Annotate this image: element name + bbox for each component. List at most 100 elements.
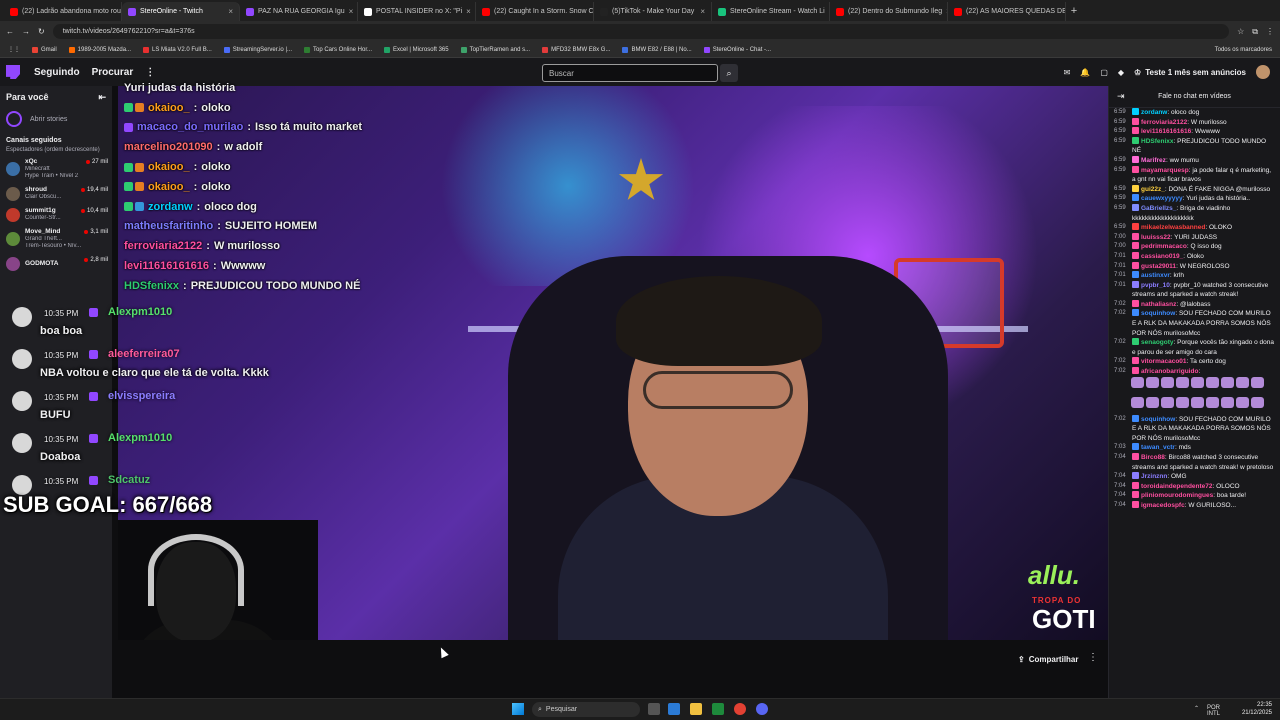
nav-following[interactable]: Seguindo: [34, 67, 80, 78]
apps-grid-icon[interactable]: ⋮⋮: [8, 46, 20, 53]
file-explorer-icon[interactable]: [690, 703, 702, 715]
open-stories[interactable]: Abrir stories: [0, 109, 112, 129]
sidebar-channel[interactable]: summit1g Counter-Str... 10,4 mil: [0, 204, 112, 225]
chat-username[interactable]: Jrzinznn: [1141, 473, 1167, 480]
browser-tab[interactable]: (22) Caught In a Storm. Snow C×: [476, 2, 594, 21]
chat-username[interactable]: GaBriellzs_: [1141, 205, 1176, 212]
chat-username[interactable]: africanobarriguido: [1141, 368, 1198, 375]
sort-order-label[interactable]: Espectadores (ordem decrescente): [0, 146, 112, 155]
sidebar-channel[interactable]: GODMOTA 2,8 mil: [0, 253, 112, 274]
chat-username[interactable]: ferroviaria2122: [1141, 119, 1187, 126]
chat-username[interactable]: levi11616161616: [1141, 128, 1191, 135]
close-tab-icon[interactable]: ×: [349, 7, 354, 16]
chat-username[interactable]: vitormacaco01: [1141, 358, 1187, 365]
bookmark-item[interactable]: LS Miata V2.0 Full B...: [143, 46, 212, 53]
chat-username[interactable]: nathaliasnz: [1141, 301, 1176, 308]
close-tab-icon[interactable]: ×: [228, 7, 233, 16]
extensions-icon[interactable]: ⧉: [1252, 27, 1258, 37]
system-tray[interactable]: ⌃ POR INTL: [1194, 705, 1220, 717]
bookmark-item[interactable]: 1989-2005 Mazda...: [68, 46, 131, 53]
twitch-logo-icon[interactable]: [6, 65, 20, 79]
chat-username[interactable]: gui22z_: [1141, 186, 1165, 193]
chat-username[interactable]: pvpbr_10: [1141, 282, 1170, 289]
search-input[interactable]: Buscar: [542, 64, 718, 82]
browser-tab[interactable]: (5)TikTok - Make Your Day ×: [594, 2, 712, 21]
lang-indicator[interactable]: POR INTL: [1207, 705, 1220, 717]
notifications-icon[interactable]: 🔔: [1080, 68, 1090, 77]
bookmark-star-icon[interactable]: ☆: [1237, 27, 1244, 36]
user-avatar[interactable]: [1256, 65, 1270, 79]
chrome-icon[interactable]: [734, 703, 746, 715]
bits-icon[interactable]: ◆: [1118, 68, 1124, 77]
bookmark-item[interactable]: StreamingServer.io |...: [223, 46, 292, 53]
browser-tab[interactable]: PAZ NA RUA GEORGIA Igu ×: [240, 2, 358, 21]
taskbar-search[interactable]: ⌕ Pesquisar: [532, 702, 640, 717]
sidebar-channel[interactable]: shroud Clair Obscu... 19,4 mil: [0, 183, 112, 204]
browser-tab[interactable]: StereOnline Stream - Watch Li×: [712, 2, 830, 21]
discord-icon[interactable]: [756, 703, 768, 715]
chat-username[interactable]: cassiano019_: [1141, 253, 1183, 260]
search-icon[interactable]: ⌕: [720, 64, 738, 82]
chat-username[interactable]: tawan_vctr: [1141, 444, 1175, 451]
browser-menu-icon[interactable]: ⋮: [1266, 27, 1274, 36]
chat-username[interactable]: mayamarquesp: [1141, 167, 1189, 174]
chat-username[interactable]: soquinhow: [1141, 416, 1175, 423]
tray-chevron-icon[interactable]: ⌃: [1194, 705, 1199, 717]
chat-username[interactable]: mikaelzelwasbanned: [1141, 224, 1205, 231]
ad-free-promo-label: Teste 1 mês sem anúncios: [1145, 67, 1246, 77]
collapse-chat-icon[interactable]: ⇥: [1117, 91, 1125, 102]
chat-username[interactable]: HDSfenixx: [1141, 138, 1174, 145]
browser-tab[interactable]: (22) Ladrão abandona moto rou×: [4, 2, 122, 21]
reload-icon[interactable]: ↻: [38, 27, 45, 36]
whispers-icon[interactable]: ▢: [1100, 68, 1108, 77]
bookmark-item[interactable]: BMW E82 / E88 | No...: [622, 46, 692, 53]
clock-date: 21/12/2025: [1241, 710, 1272, 716]
ad-free-promo[interactable]: ♔ Teste 1 mês sem anúncios: [1134, 68, 1246, 77]
collapse-sidebar-icon[interactable]: ⇤: [98, 92, 106, 103]
chat-username[interactable]: Birco88: [1141, 454, 1165, 461]
bookmark-item[interactable]: MFD32 BMW E8x G...: [542, 46, 610, 53]
more-options-icon[interactable]: ⋮: [1088, 652, 1098, 663]
back-icon[interactable]: ←: [6, 27, 14, 36]
bookmark-item[interactable]: Excel | Microsoft 365: [384, 46, 449, 53]
chat-username[interactable]: austinxvr: [1141, 272, 1170, 279]
browser-tab[interactable]: StereOnline - Twitch ×: [122, 2, 240, 21]
all-bookmarks[interactable]: Todos os marcadores: [1215, 47, 1280, 53]
chat-username[interactable]: toroidaindependente72: [1141, 483, 1213, 490]
chat-username[interactable]: gusta29011: [1141, 263, 1176, 270]
chat-username[interactable]: pliniomourodomingues: [1141, 492, 1213, 499]
taskbar-clock[interactable]: 22:35 21/12/2025: [1242, 701, 1272, 717]
browser-tab[interactable]: (22) Dentro do Submundo Ileg×: [830, 2, 948, 21]
chat-username[interactable]: cauewxyyyyy: [1141, 195, 1183, 202]
chat-username[interactable]: senaogoty: [1141, 339, 1174, 346]
new-tab-icon[interactable]: +: [1066, 5, 1082, 17]
task-view-icon[interactable]: [648, 703, 660, 715]
nav-browse[interactable]: Procurar: [92, 67, 134, 78]
chat-username[interactable]: zordanw: [1141, 109, 1167, 116]
chat-username[interactable]: Marifrez: [1141, 157, 1166, 164]
bookmark-item[interactable]: TopTierRamen and s...: [460, 46, 530, 53]
nav-more-icon[interactable]: ⋮: [145, 67, 155, 78]
bookmark-item[interactable]: StereOnline - Chat -...: [703, 46, 771, 53]
inbox-icon[interactable]: ✉: [1064, 68, 1071, 77]
chat-username[interactable]: pedrimmacaco: [1141, 243, 1187, 250]
share-button[interactable]: ⇪ Compartilhar: [1012, 651, 1085, 667]
close-tab-icon[interactable]: ×: [466, 7, 471, 16]
close-tab-icon[interactable]: ×: [700, 7, 705, 16]
browser-tab[interactable]: POSTAL INSIDER no X: "Pi ×: [358, 2, 476, 21]
channel-avatar: [6, 232, 20, 246]
chat-username[interactable]: luuisss22: [1141, 234, 1171, 241]
bookmark-item[interactable]: Top Cars Online Hor...: [304, 46, 372, 53]
browser-tab[interactable]: (22) AS MAIORES QUEDAS DE×: [948, 2, 1066, 21]
bookmark-item[interactable]: Gmail: [32, 46, 57, 53]
excel-icon[interactable]: [712, 703, 724, 715]
url-field[interactable]: twitch.tv/videos/2649762210?sr=a&t=376s: [52, 24, 1230, 39]
chat-username[interactable]: soquinhow: [1141, 310, 1175, 317]
sidebar-channel[interactable]: xQc Minecraft Hype Train • Nível 2 27 mil: [0, 155, 112, 183]
chat-username[interactable]: igmacedospfc: [1141, 502, 1185, 509]
windows-start-icon[interactable]: [512, 703, 524, 715]
overlay-chat-user: levi11616161616: [124, 260, 210, 273]
sidebar-channel[interactable]: Move_Mind Grand Theft... Trem-Tesouro • Ní…: [0, 225, 112, 253]
forward-icon[interactable]: →: [22, 27, 30, 36]
copilot-icon[interactable]: [668, 703, 680, 715]
